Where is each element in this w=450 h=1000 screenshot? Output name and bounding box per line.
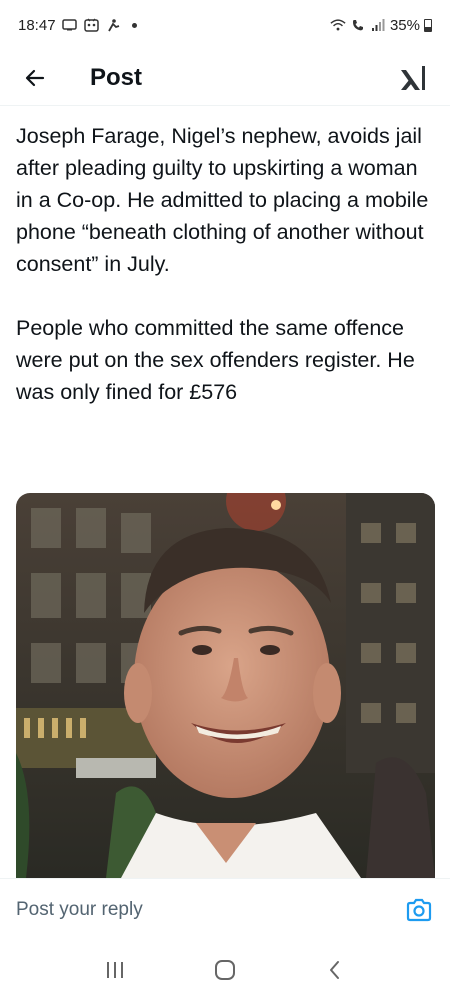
system-back-button[interactable] [315, 950, 355, 990]
camera-button[interactable] [404, 895, 434, 925]
screen-cast-icon [62, 18, 78, 32]
post-text: Joseph Farage, Nigel’s nephew, avoids ja… [16, 124, 429, 404]
header: Post [0, 50, 450, 106]
notification-dot [131, 22, 137, 28]
status-bar: 18:47 35% [0, 0, 450, 50]
recent-apps-button[interactable] [95, 950, 135, 990]
status-right: 35% [330, 17, 432, 34]
back-arrow-icon [25, 69, 45, 86]
camera-icon [406, 898, 432, 921]
wifi-icon [330, 18, 346, 32]
back-button[interactable] [20, 63, 50, 93]
reply-input[interactable]: Post your reply [16, 899, 404, 921]
xai-logo-icon[interactable] [396, 61, 430, 95]
battery-icon [424, 18, 432, 32]
call-signal-icon [350, 18, 366, 32]
reply-bar: Post your reply [0, 878, 450, 940]
chevron-left-icon [330, 961, 339, 979]
recent-apps-icon [107, 962, 123, 978]
home-icon [215, 960, 235, 980]
status-left: 18:47 [18, 17, 137, 34]
activity-icon [106, 18, 122, 32]
post-content: Joseph Farage, Nigel’s nephew, avoids ja… [0, 106, 450, 878]
status-time: 18:47 [18, 16, 56, 34]
post-image[interactable] [16, 493, 435, 878]
battery-percent: 35% [389, 16, 420, 34]
post-photo [16, 493, 435, 878]
page-title: Post [90, 63, 143, 91]
signal-bars-icon [370, 18, 386, 32]
app-notification-icon [84, 18, 100, 32]
home-button[interactable] [205, 950, 245, 990]
system-nav-bar [0, 940, 450, 1000]
